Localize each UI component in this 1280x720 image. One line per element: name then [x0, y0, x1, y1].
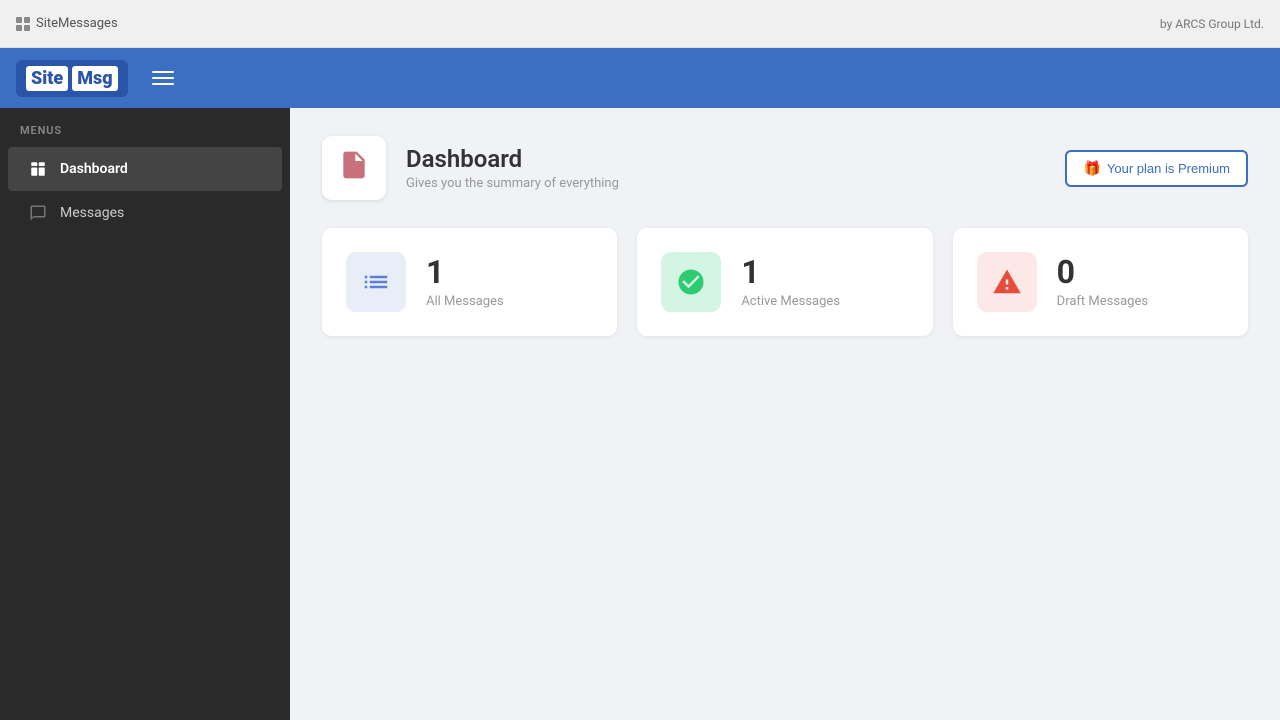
- sidebar-messages-label: Messages: [60, 205, 124, 221]
- page-icon-box: [322, 136, 386, 200]
- sidebar-section-label: MENUS: [0, 124, 290, 147]
- all-messages-info: 1 All Messages: [426, 256, 504, 309]
- all-messages-label: All Messages: [426, 294, 504, 309]
- page-header: Dashboard Gives you the summary of every…: [322, 136, 1248, 200]
- page-title: Dashboard: [406, 145, 619, 173]
- logo-site: Site: [26, 66, 68, 91]
- sidebar-dashboard-label: Dashboard: [60, 161, 128, 177]
- logo-msg: Msg: [72, 66, 117, 91]
- draft-messages-info: 0 Draft Messages: [1057, 256, 1148, 309]
- messages-icon: [28, 203, 48, 223]
- page-header-left: Dashboard Gives you the summary of every…: [322, 136, 619, 200]
- top-bar-credit: by ARCS Group Ltd.: [1160, 17, 1264, 31]
- dashboard-icon: [28, 159, 48, 179]
- draft-messages-icon-box: [977, 252, 1037, 312]
- dashboard-page-icon: [338, 149, 370, 188]
- premium-button[interactable]: 🎁 Your plan is Premium: [1065, 150, 1248, 187]
- sidebar-item-messages[interactable]: Messages: [8, 191, 282, 235]
- draft-messages-label: Draft Messages: [1057, 294, 1148, 309]
- active-messages-icon-box: [661, 252, 721, 312]
- page-subtitle: Gives you the summary of everything: [406, 176, 619, 191]
- gift-icon: 🎁: [1083, 160, 1100, 177]
- sidebar: MENUS Dashboard: [0, 108, 290, 720]
- all-messages-count: 1: [426, 256, 504, 288]
- top-bar: SiteMessages by ARCS Group Ltd.: [0, 0, 1280, 48]
- hamburger-button[interactable]: [148, 67, 178, 89]
- page-title-group: Dashboard Gives you the summary of every…: [406, 145, 619, 191]
- active-messages-count: 1: [741, 256, 840, 288]
- stat-card-all-messages: 1 All Messages: [322, 228, 617, 336]
- grid-icon: [16, 17, 30, 31]
- app-icon-area: SiteMessages: [16, 16, 118, 31]
- app-wrapper: Site Msg MENUS Dashboard: [0, 48, 1280, 720]
- all-messages-icon-box: [346, 252, 406, 312]
- sidebar-item-dashboard[interactable]: Dashboard: [8, 147, 282, 191]
- stat-card-active-messages: 1 Active Messages: [637, 228, 932, 336]
- top-bar-left: SiteMessages: [16, 16, 118, 31]
- active-messages-info: 1 Active Messages: [741, 256, 840, 309]
- active-messages-label: Active Messages: [741, 294, 840, 309]
- app-name: SiteMessages: [36, 16, 118, 31]
- header: Site Msg: [0, 48, 1280, 108]
- logo: Site Msg: [16, 60, 128, 97]
- premium-button-label: Your plan is Premium: [1107, 161, 1230, 176]
- body-layout: MENUS Dashboard: [0, 108, 1280, 720]
- draft-messages-count: 0: [1057, 256, 1148, 288]
- main-content: Dashboard Gives you the summary of every…: [290, 108, 1280, 720]
- stats-row: 1 All Messages 1 Active Messages: [322, 228, 1248, 336]
- stat-card-draft-messages: 0 Draft Messages: [953, 228, 1248, 336]
